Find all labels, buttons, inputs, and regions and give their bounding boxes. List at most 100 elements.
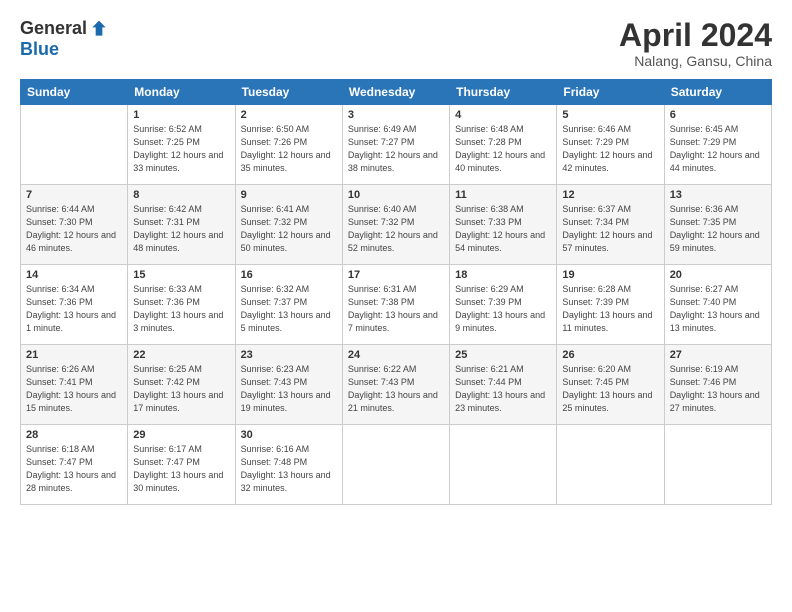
calendar-cell: 2Sunrise: 6:50 AMSunset: 7:26 PMDaylight… xyxy=(235,105,342,185)
calendar-cell: 21Sunrise: 6:26 AMSunset: 7:41 PMDayligh… xyxy=(21,345,128,425)
calendar-cell xyxy=(557,425,664,505)
subtitle: Nalang, Gansu, China xyxy=(619,53,772,69)
day-number: 24 xyxy=(348,349,444,361)
day-number: 12 xyxy=(562,189,658,201)
day-number: 23 xyxy=(241,349,337,361)
main-title: April 2024 xyxy=(619,18,772,53)
calendar-cell: 6 Sunrise: 6:45 AMSunset: 7:29 PMDaylight… xyxy=(664,105,771,185)
title-block: April 2024 Nalang, Gansu, China xyxy=(619,18,772,69)
calendar-cell: 26Sunrise: 6:20 AMSunset: 7:45 PMDayligh… xyxy=(557,345,664,425)
day-info: Sunrise: 6:25 AMSunset: 7:42 PMDaylight:… xyxy=(133,363,229,415)
calendar: SundayMondayTuesdayWednesdayThursdayFrid… xyxy=(20,79,772,505)
calendar-week-4: 21Sunrise: 6:26 AMSunset: 7:41 PMDayligh… xyxy=(21,345,772,425)
calendar-header-tuesday: Tuesday xyxy=(235,80,342,105)
day-info: Sunrise: 6:36 AMSunset: 7:35 PMDaylight:… xyxy=(670,203,766,255)
calendar-header-row: SundayMondayTuesdayWednesdayThursdayFrid… xyxy=(21,80,772,105)
day-number: 17 xyxy=(348,269,444,281)
day-number: 16 xyxy=(241,269,337,281)
calendar-header-wednesday: Wednesday xyxy=(342,80,449,105)
calendar-cell: 5Sunrise: 6:46 AMSunset: 7:29 PMDaylight… xyxy=(557,105,664,185)
day-number: 14 xyxy=(26,269,122,281)
day-info: Sunrise: 6:52 AMSunset: 7:25 PMDaylight:… xyxy=(133,123,229,175)
calendar-cell: 24 Sunrise: 6:22 AMSunset: 7:43 PMDayligh… xyxy=(342,345,449,425)
calendar-cell: 27 Sunrise: 6:19 AMSunset: 7:46 PMDayligh… xyxy=(664,345,771,425)
calendar-cell: 14 Sunrise: 6:34 AMSunset: 7:36 PMDayligh… xyxy=(21,265,128,345)
calendar-week-5: 28 Sunrise: 6:18 AMSunset: 7:47 PMDayligh… xyxy=(21,425,772,505)
day-number: 10 xyxy=(348,189,444,201)
day-info: Sunrise: 6:19 AMSunset: 7:46 PMDaylight:… xyxy=(670,363,766,415)
day-info: Sunrise: 6:34 AMSunset: 7:36 PMDaylight:… xyxy=(26,283,122,335)
day-info: Sunrise: 6:22 AMSunset: 7:43 PMDaylight:… xyxy=(348,363,444,415)
calendar-cell xyxy=(450,425,557,505)
day-number: 1 xyxy=(133,109,229,121)
calendar-cell: 3 Sunrise: 6:49 AMSunset: 7:27 PMDaylight… xyxy=(342,105,449,185)
calendar-cell: 30Sunrise: 6:16 AMSunset: 7:48 PMDayligh… xyxy=(235,425,342,505)
day-number: 2 xyxy=(241,109,337,121)
logo-blue-text: Blue xyxy=(20,39,59,60)
calendar-header-saturday: Saturday xyxy=(664,80,771,105)
day-number: 28 xyxy=(26,429,122,441)
day-number: 15 xyxy=(133,269,229,281)
day-number: 4 xyxy=(455,109,551,121)
day-info: Sunrise: 6:29 AMSunset: 7:39 PMDaylight:… xyxy=(455,283,551,335)
day-number: 5 xyxy=(562,109,658,121)
calendar-week-1: 1 Sunrise: 6:52 AMSunset: 7:25 PMDaylight… xyxy=(21,105,772,185)
day-info: Sunrise: 6:17 AMSunset: 7:47 PMDaylight:… xyxy=(133,443,229,495)
day-info: Sunrise: 6:37 AMSunset: 7:34 PMDaylight:… xyxy=(562,203,658,255)
day-info: Sunrise: 6:48 AMSunset: 7:28 PMDaylight:… xyxy=(455,123,551,175)
day-info: Sunrise: 6:33 AMSunset: 7:36 PMDaylight:… xyxy=(133,283,229,335)
day-number: 3 xyxy=(348,109,444,121)
day-number: 11 xyxy=(455,189,551,201)
calendar-cell: 9 Sunrise: 6:41 AMSunset: 7:32 PMDaylight… xyxy=(235,185,342,265)
calendar-cell: 19 Sunrise: 6:28 AMSunset: 7:39 PMDayligh… xyxy=(557,265,664,345)
calendar-cell: 4 Sunrise: 6:48 AMSunset: 7:28 PMDaylight… xyxy=(450,105,557,185)
calendar-cell: 10 Sunrise: 6:40 AMSunset: 7:32 PMDayligh… xyxy=(342,185,449,265)
day-info: Sunrise: 6:45 AMSunset: 7:29 PMDaylight:… xyxy=(670,123,766,175)
calendar-cell: 23Sunrise: 6:23 AMSunset: 7:43 PMDayligh… xyxy=(235,345,342,425)
calendar-cell: 29 Sunrise: 6:17 AMSunset: 7:47 PMDayligh… xyxy=(128,425,235,505)
calendar-cell: 28 Sunrise: 6:18 AMSunset: 7:47 PMDayligh… xyxy=(21,425,128,505)
day-info: Sunrise: 6:21 AMSunset: 7:44 PMDaylight:… xyxy=(455,363,551,415)
calendar-cell: 7 Sunrise: 6:44 AMSunset: 7:30 PMDaylight… xyxy=(21,185,128,265)
page: General Blue April 2024 Nalang, Gansu, C… xyxy=(0,0,792,612)
day-number: 18 xyxy=(455,269,551,281)
calendar-header-monday: Monday xyxy=(128,80,235,105)
header: General Blue April 2024 Nalang, Gansu, C… xyxy=(20,18,772,69)
day-number: 30 xyxy=(241,429,337,441)
day-info: Sunrise: 6:32 AMSunset: 7:37 PMDaylight:… xyxy=(241,283,337,335)
day-info: Sunrise: 6:31 AMSunset: 7:38 PMDaylight:… xyxy=(348,283,444,335)
calendar-cell: 11Sunrise: 6:38 AMSunset: 7:33 PMDayligh… xyxy=(450,185,557,265)
calendar-cell xyxy=(664,425,771,505)
day-info: Sunrise: 6:49 AMSunset: 7:27 PMDaylight:… xyxy=(348,123,444,175)
day-number: 13 xyxy=(670,189,766,201)
day-number: 25 xyxy=(455,349,551,361)
calendar-cell: 17 Sunrise: 6:31 AMSunset: 7:38 PMDayligh… xyxy=(342,265,449,345)
calendar-week-2: 7 Sunrise: 6:44 AMSunset: 7:30 PMDaylight… xyxy=(21,185,772,265)
day-info: Sunrise: 6:41 AMSunset: 7:32 PMDaylight:… xyxy=(241,203,337,255)
day-info: Sunrise: 6:44 AMSunset: 7:30 PMDaylight:… xyxy=(26,203,122,255)
calendar-cell xyxy=(342,425,449,505)
calendar-cell: 16 Sunrise: 6:32 AMSunset: 7:37 PMDayligh… xyxy=(235,265,342,345)
calendar-cell: 15 Sunrise: 6:33 AMSunset: 7:36 PMDayligh… xyxy=(128,265,235,345)
day-info: Sunrise: 6:42 AMSunset: 7:31 PMDaylight:… xyxy=(133,203,229,255)
logo-icon xyxy=(89,19,109,39)
day-info: Sunrise: 6:28 AMSunset: 7:39 PMDaylight:… xyxy=(562,283,658,335)
calendar-header-sunday: Sunday xyxy=(21,80,128,105)
day-info: Sunrise: 6:26 AMSunset: 7:41 PMDaylight:… xyxy=(26,363,122,415)
calendar-cell: 12 Sunrise: 6:37 AMSunset: 7:34 PMDayligh… xyxy=(557,185,664,265)
day-number: 29 xyxy=(133,429,229,441)
day-number: 19 xyxy=(562,269,658,281)
day-info: Sunrise: 6:40 AMSunset: 7:32 PMDaylight:… xyxy=(348,203,444,255)
day-number: 7 xyxy=(26,189,122,201)
calendar-cell: 25 Sunrise: 6:21 AMSunset: 7:44 PMDayligh… xyxy=(450,345,557,425)
calendar-cell: 20Sunrise: 6:27 AMSunset: 7:40 PMDayligh… xyxy=(664,265,771,345)
calendar-header-friday: Friday xyxy=(557,80,664,105)
calendar-cell: 13 Sunrise: 6:36 AMSunset: 7:35 PMDayligh… xyxy=(664,185,771,265)
day-number: 6 xyxy=(670,109,766,121)
calendar-cell: 22Sunrise: 6:25 AMSunset: 7:42 PMDayligh… xyxy=(128,345,235,425)
day-number: 27 xyxy=(670,349,766,361)
day-number: 9 xyxy=(241,189,337,201)
day-info: Sunrise: 6:18 AMSunset: 7:47 PMDaylight:… xyxy=(26,443,122,495)
calendar-week-3: 14 Sunrise: 6:34 AMSunset: 7:36 PMDayligh… xyxy=(21,265,772,345)
day-info: Sunrise: 6:27 AMSunset: 7:40 PMDaylight:… xyxy=(670,283,766,335)
